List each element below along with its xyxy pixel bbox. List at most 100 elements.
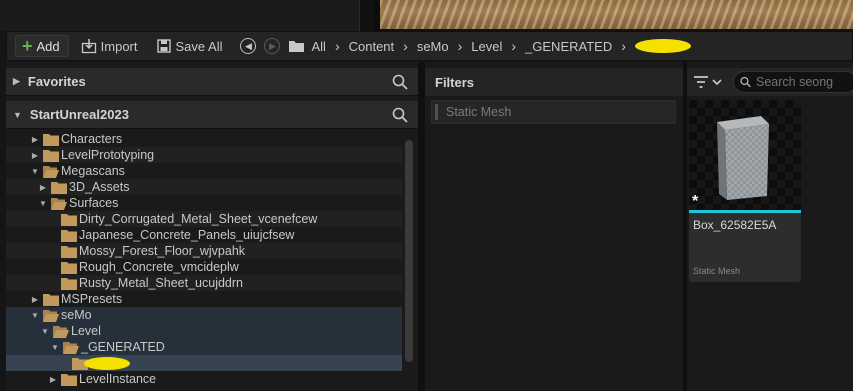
add-button[interactable]: + Add: [15, 35, 69, 57]
tree-item-label: LevelInstance: [79, 372, 157, 386]
caret-down-icon[interactable]: ▼: [38, 199, 48, 208]
forward-icon[interactable]: ▶: [264, 38, 281, 54]
caret-down-icon[interactable]: ▼: [50, 343, 60, 352]
search-icon[interactable]: [392, 74, 408, 90]
caret-right-icon[interactable]: ▶: [38, 183, 48, 192]
folder-icon: [51, 181, 67, 194]
asset-type-color-bar: [689, 210, 801, 213]
tree-item-label: Mossy_Forest_Floor_wjvpahk: [79, 244, 246, 258]
tree-item-surfaces[interactable]: ▼ Surfaces: [6, 195, 402, 211]
import-icon: [81, 39, 96, 54]
folder-icon: [61, 213, 77, 226]
chevron-down-icon: [712, 79, 722, 86]
panel-splitter[interactable]: [418, 62, 425, 391]
import-button[interactable]: Import: [81, 35, 138, 57]
caret-right-icon[interactable]: ▶: [30, 151, 40, 160]
redacted-breadcrumb-item[interactable]: [634, 39, 691, 53]
tree-item-surface-folder[interactable]: Rough_Concrete_vmcideplw: [6, 259, 402, 275]
asset-tile[interactable]: * Box_62582E5A Static Mesh: [689, 100, 801, 282]
breadcrumb-item[interactable]: _GENERATED: [519, 39, 618, 54]
tree-item-label: Megascans: [61, 164, 125, 178]
tree-item-generated[interactable]: ▼ _GENERATED: [6, 339, 402, 355]
chevron-right-icon[interactable]: ›: [400, 38, 411, 54]
folder-icon: [61, 373, 77, 386]
caret-down-icon[interactable]: ▼: [13, 110, 22, 120]
caret-down-icon[interactable]: ▼: [30, 167, 40, 176]
caret-right-icon[interactable]: ▶: [30, 135, 40, 144]
tree-item-mspresets[interactable]: ▶ MSPresets: [6, 291, 402, 307]
folder-icon: [61, 261, 77, 274]
tree-item-label: _GENERATED: [81, 340, 165, 354]
save-all-label: Save All: [175, 38, 223, 54]
caret-right-icon[interactable]: ▶: [48, 375, 58, 384]
save-all-button[interactable]: Save All: [156, 35, 223, 57]
box-mesh-preview: [717, 116, 769, 200]
tree-item-label: 3D_Assets: [69, 180, 130, 194]
tree-item-semo[interactable]: ▼ seMo: [6, 307, 402, 323]
favorites-header[interactable]: ▶ Favorites: [6, 68, 418, 96]
asset-thumbnail: [689, 100, 801, 210]
chevron-right-icon[interactable]: ›: [618, 38, 629, 54]
tree-item-levelinstance[interactable]: ▶ LevelInstance: [6, 371, 402, 387]
tree-item-label: Rusty_Metal_Sheet_ucujddrn: [79, 276, 243, 290]
asset-search-input[interactable]: [756, 75, 853, 89]
tree-item-selected-folder[interactable]: [6, 355, 402, 371]
tree-item-label: LevelPrototyping: [61, 148, 155, 162]
filter-chip-label: Static Mesh: [446, 105, 512, 119]
filter-menu-button[interactable]: [693, 75, 723, 89]
breadcrumb-item[interactable]: All: [305, 39, 331, 54]
folder-open-icon: [43, 309, 59, 322]
breadcrumb-item[interactable]: Content: [343, 39, 401, 54]
search-icon: [740, 76, 751, 88]
tree-item-surface-folder[interactable]: Japanese_Concrete_Panels_uiujcfsew: [6, 227, 402, 243]
folder-icon: [43, 293, 59, 306]
asset-search-box[interactable]: [733, 71, 853, 93]
tree-item-label: MSPresets: [61, 292, 123, 306]
tree-item-levelprototyping[interactable]: ▶ LevelPrototyping: [6, 147, 402, 163]
caret-right-icon[interactable]: ▶: [30, 295, 40, 304]
caret-down-icon[interactable]: ▼: [30, 311, 40, 320]
sources-panel: ▶ Favorites ▼ StartUnreal2023 ▶ Characte…: [6, 62, 418, 391]
tree-scrollbar[interactable]: [405, 138, 413, 391]
tree-item-surface-folder[interactable]: Rusty_Metal_Sheet_ucujddrn: [6, 275, 402, 291]
tree-item-megascans[interactable]: ▼ Megascans: [6, 163, 402, 179]
search-icon[interactable]: [392, 107, 408, 123]
save-icon: [156, 39, 171, 53]
redacted-folder-name: [84, 356, 130, 370]
breadcrumb-item[interactable]: seMo: [411, 39, 455, 54]
tree-item-label: Characters: [61, 132, 123, 146]
tree-item-level[interactable]: ▼ Level: [6, 323, 402, 339]
plus-icon: +: [22, 36, 33, 56]
folder-open-icon: [43, 165, 59, 178]
folder-open-icon: [51, 197, 67, 210]
tree-item-3d-assets[interactable]: ▶ 3D_Assets: [6, 179, 402, 195]
project-label: StartUnreal2023: [29, 107, 129, 122]
caret-right-icon[interactable]: ▶: [13, 76, 20, 87]
asset-type: Static Mesh: [693, 266, 741, 276]
folder-open-icon: [53, 325, 69, 338]
unsaved-star-icon: *: [692, 193, 699, 210]
back-icon[interactable]: ◀: [240, 38, 257, 54]
chevron-right-icon[interactable]: ›: [455, 38, 466, 54]
chevron-right-icon[interactable]: ›: [332, 38, 343, 54]
asset-name: Box_62582E5A: [693, 218, 777, 232]
caret-down-icon[interactable]: ▼: [40, 327, 50, 336]
favorites-label: Favorites: [27, 74, 86, 89]
folder-icon: [61, 277, 77, 290]
filter-chip-static-mesh[interactable]: Static Mesh: [431, 100, 676, 124]
tree-item-surface-folder[interactable]: Dirty_Corrugated_Metal_Sheet_vcenefcew: [6, 211, 402, 227]
project-header[interactable]: ▼ StartUnreal2023: [6, 101, 418, 129]
chevron-right-icon[interactable]: ›: [508, 38, 519, 54]
content-browser-toolbar: + Add Import Save All ◀ ▶ All › Content …: [6, 31, 853, 61]
tree-scroll-thumb[interactable]: [405, 140, 413, 362]
viewport-image: [380, 0, 853, 29]
breadcrumb-item[interactable]: Level: [465, 39, 508, 54]
add-label: Add: [36, 38, 60, 54]
asset-toolbar: [687, 68, 853, 96]
folder-open-icon: [63, 341, 79, 354]
folder-icon[interactable]: [288, 39, 305, 53]
folder-icon: [43, 133, 59, 146]
tree-item-surface-folder[interactable]: Mossy_Forest_Floor_wjvpahk: [6, 243, 402, 259]
tree-item-characters[interactable]: ▶ Characters: [6, 131, 402, 147]
filters-panel: Filters Static Mesh: [425, 62, 683, 391]
